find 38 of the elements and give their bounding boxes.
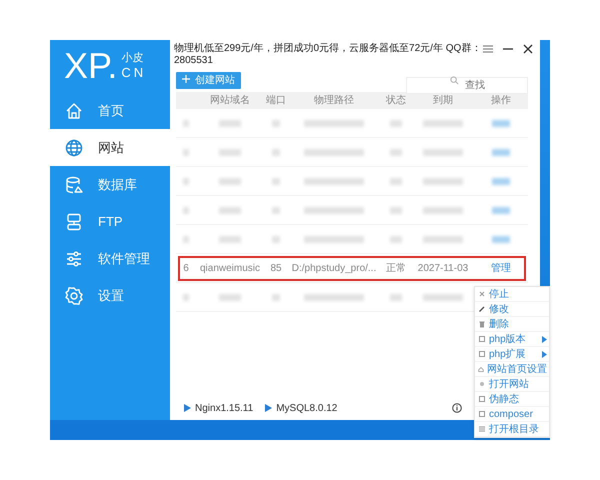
menu-item[interactable]: 打开网站 <box>475 377 549 392</box>
menu-item[interactable]: composer <box>475 407 549 422</box>
menu-item[interactable]: php版本 <box>475 332 549 347</box>
highlighted-row[interactable]: 6 qianweimusic 85 D:/phpstudy_pro/... 正常 2027-11-03 管理 <box>176 254 528 283</box>
menu-item[interactable]: 停止 <box>475 287 549 302</box>
sidebar-item[interactable]: 设置 <box>50 277 170 314</box>
table-cell: qianweimusic <box>200 262 260 274</box>
sidebar-item[interactable]: 软件管理 <box>50 240 170 277</box>
menu-item[interactable]: 伪静态 <box>475 392 549 407</box>
menu-item[interactable]: 网站首页设置 <box>475 362 549 377</box>
menu-item[interactable]: 打开根目录 <box>475 422 549 437</box>
table-cell: 85 <box>270 262 282 274</box>
column-header: 端口 <box>265 94 287 108</box>
logo-text: CN <box>121 64 146 80</box>
search-field[interactable]: 查找 <box>406 76 528 94</box>
menu-item[interactable]: 删除 <box>475 317 549 332</box>
service-label: Nginx1.15.11 <box>195 402 254 416</box>
promo-notice: 物理机低至299元/年，拼团成功0元得，云服务器低至72元/年 QQ群：2805531 <box>174 43 482 66</box>
service-label: MySQL8.0.12 <box>276 402 338 416</box>
table-cell: 2027-11-03 <box>418 262 468 274</box>
logo-text: 小皮 <box>121 52 144 65</box>
create-site-button[interactable]: 创建网站 <box>176 72 241 88</box>
menu-item[interactable]: 修改 <box>475 302 549 317</box>
sidebar-item[interactable]: 网站 <box>50 129 170 166</box>
sidebar-item[interactable]: 数据库 <box>50 166 170 203</box>
column-header: 操作 <box>490 94 512 108</box>
manage-link[interactable]: 管理 <box>491 262 511 274</box>
table-cell: 6 <box>183 262 189 274</box>
sidebar-item[interactable]: FTP <box>50 203 170 240</box>
sidebar-item[interactable]: 首页 <box>50 92 170 129</box>
column-header: 物理路径 <box>313 94 355 108</box>
column-header: 到期 <box>432 94 454 108</box>
column-header: 网站域名 <box>209 94 251 108</box>
logo-text: XP. <box>64 48 118 84</box>
table-cell: 正常 <box>386 262 406 274</box>
table-cell: D:/phpstudy_pro/... <box>292 262 376 274</box>
column-header: 状态 <box>385 94 407 108</box>
menu-item[interactable]: php扩展 <box>475 347 549 362</box>
